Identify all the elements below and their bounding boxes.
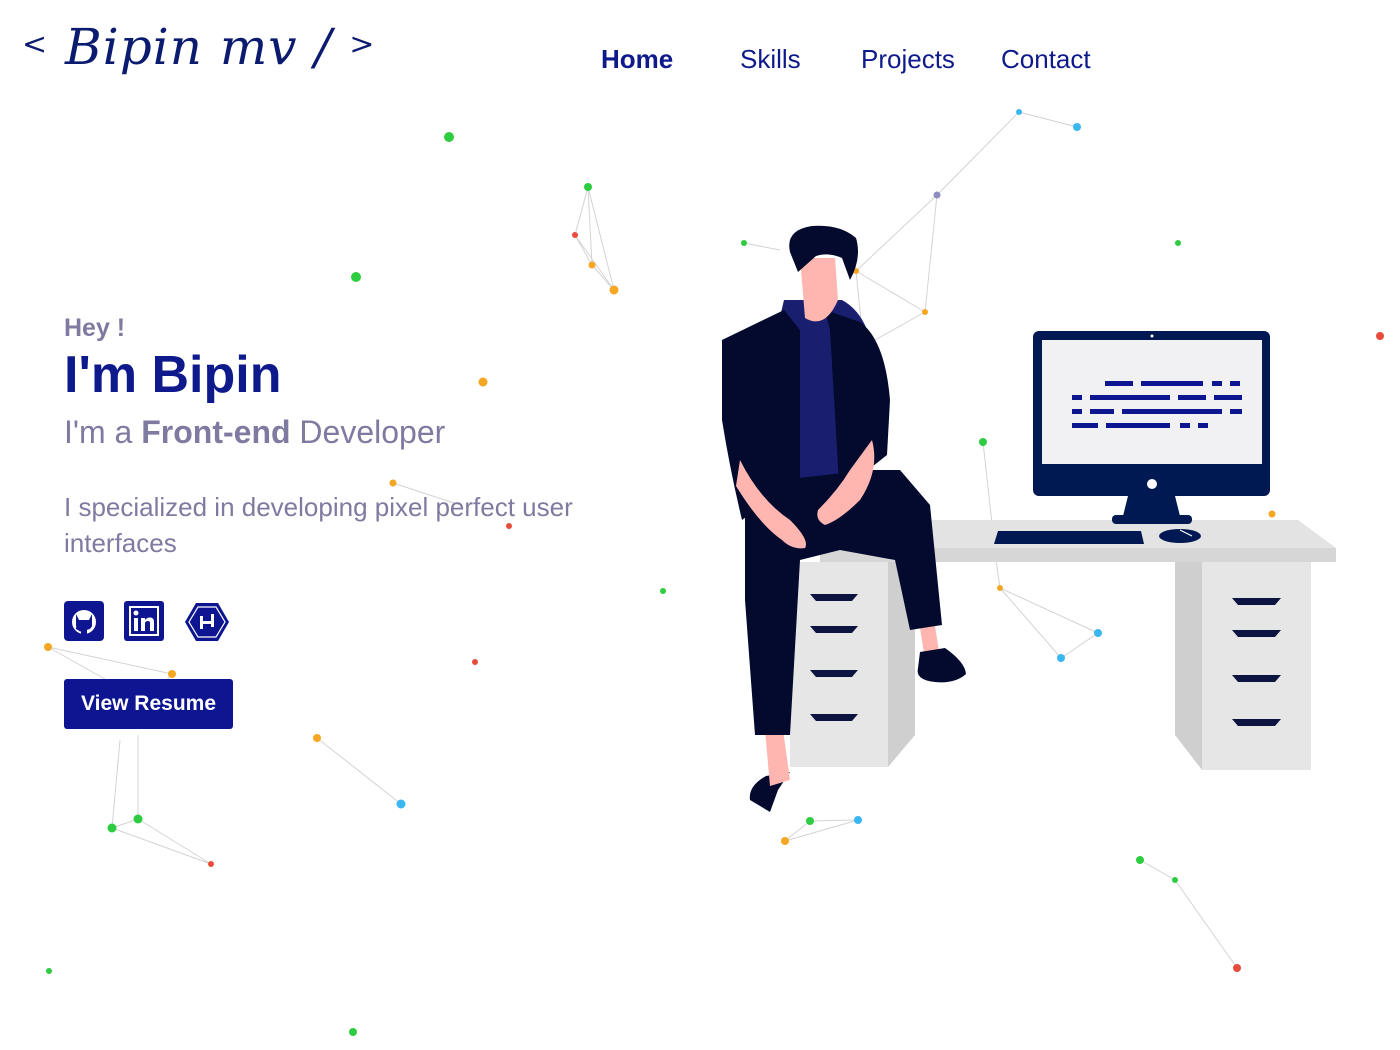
hackerrank-icon [185, 603, 229, 642]
social-links [64, 601, 624, 642]
hero-description: I specialized in developing pixel perfec… [64, 492, 573, 559]
site-logo[interactable]: < Bipin mv / > [22, 18, 375, 76]
hero-greeting: Hey ! [64, 314, 126, 342]
logo-close-bracket: > [349, 27, 376, 62]
hero-name: I'm Bipin [64, 346, 282, 404]
nav-home[interactable]: Home [601, 44, 673, 75]
monitor [1033, 331, 1270, 524]
github-icon [64, 601, 104, 642]
developer-illustration [722, 225, 1336, 812]
nav-contact[interactable]: Contact [1001, 44, 1091, 75]
view-resume-button[interactable]: View Resume [64, 679, 234, 730]
github-link[interactable] [64, 601, 104, 642]
linkedin-icon [124, 601, 164, 642]
logo-text: Bipin mv [65, 18, 298, 76]
linkedin-link[interactable] [124, 601, 164, 642]
desk [790, 520, 1336, 770]
logo-slash: / [314, 18, 333, 76]
hero-section: Hey ! I'm Bipin I'm a Front-end Develope… [64, 314, 624, 730]
role-suffix: Developer [290, 414, 446, 451]
hero-role: I'm a Front-end Developer [64, 414, 624, 451]
hackerrank-link[interactable] [184, 601, 229, 642]
role-highlight: Front-end [141, 414, 291, 451]
keyboard-mouse [994, 529, 1201, 544]
role-prefix: I'm a [64, 414, 142, 451]
logo-open-bracket: < [22, 27, 49, 62]
nav-skills[interactable]: Skills [740, 44, 801, 75]
nav-projects[interactable]: Projects [861, 44, 955, 75]
